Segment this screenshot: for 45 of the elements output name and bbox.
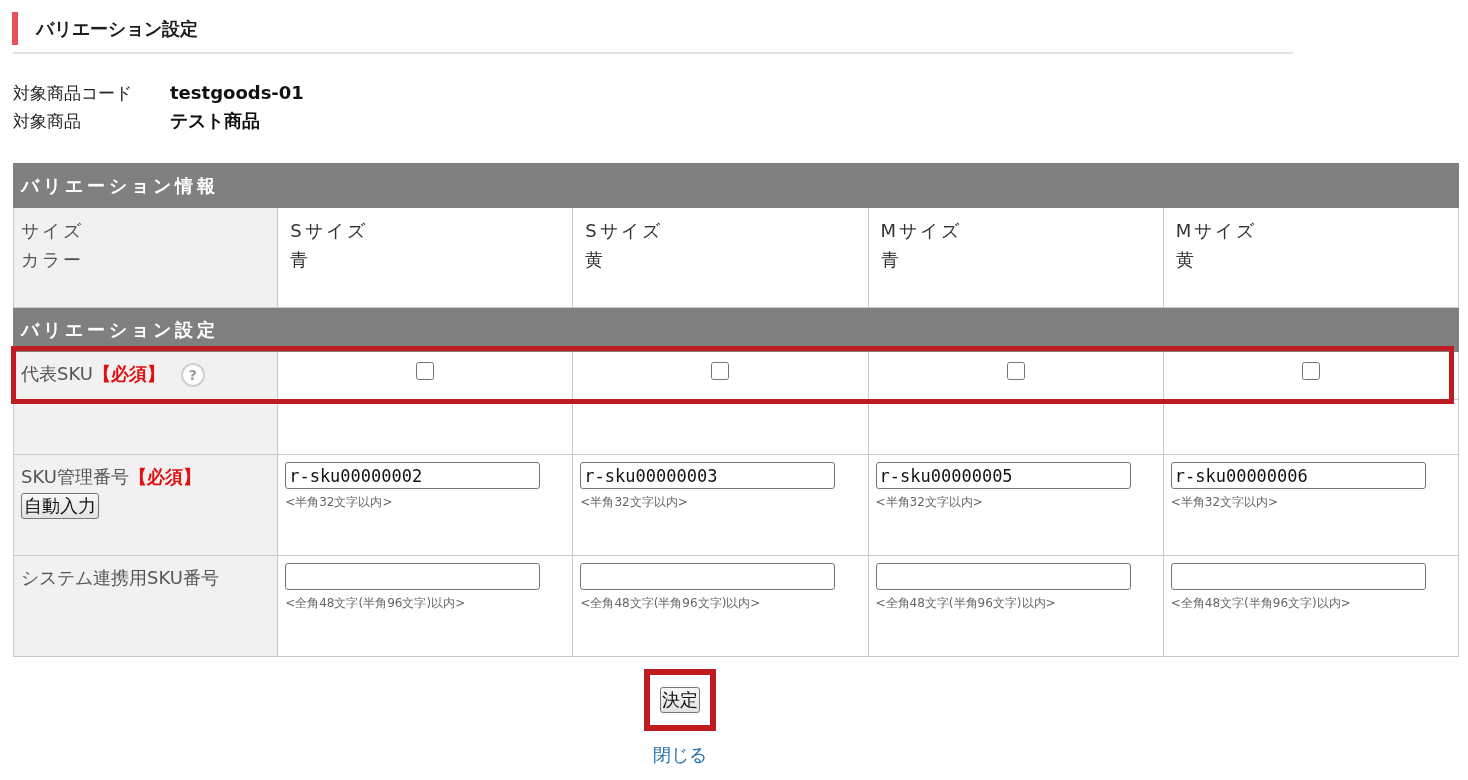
text-field[interactable]: r-sku00000005	[875, 462, 1131, 489]
attribute-label: サイズ	[21, 219, 85, 243]
input-hint: <半角32文字以内>	[580, 494, 689, 511]
submit-button[interactable]: 決定	[660, 687, 700, 713]
text-field[interactable]	[285, 563, 541, 590]
checkbox[interactable]	[416, 362, 435, 380]
attribute-value: Sサイズ	[585, 219, 664, 243]
text-field[interactable]: r-sku00000006	[1170, 462, 1426, 489]
checkbox[interactable]	[711, 362, 730, 380]
field-label: 代表SKU	[21, 363, 93, 384]
accent-bar	[12, 12, 18, 45]
info-label: 対象商品コード	[13, 82, 133, 105]
info-value: テスト商品	[170, 109, 261, 133]
info-value: testgoods-01	[170, 81, 305, 105]
attribute-label: カラー	[21, 248, 85, 272]
info-label: 対象商品	[13, 110, 82, 133]
text-field[interactable]	[875, 563, 1131, 590]
field-label: システム連携用SKU番号	[21, 567, 219, 588]
input-hint: <全角48文字(半角96文字)以内>	[580, 595, 762, 612]
text-field[interactable]: r-sku00000003	[580, 462, 836, 489]
attribute-value: Sサイズ	[290, 219, 369, 243]
page-title: バリエーション設定	[36, 16, 198, 41]
input-hint: <全角48文字(半角96文字)以内>	[875, 595, 1057, 612]
attribute-value: Mサイズ	[880, 219, 964, 243]
close-link[interactable]: 閉じる	[653, 743, 707, 767]
text-field[interactable]: r-sku00000002	[285, 462, 541, 489]
auto-fill-button[interactable]: 自動入力	[21, 493, 99, 519]
text-field[interactable]	[580, 563, 836, 590]
attribute-value: Mサイズ	[1175, 219, 1259, 243]
section-header: バリエーション情報	[13, 163, 1459, 208]
text-field[interactable]	[1170, 563, 1426, 590]
input-hint: <半角32文字以内>	[875, 494, 984, 511]
required-mark: 【必須】	[92, 363, 165, 384]
required-mark: 【必須】	[128, 466, 201, 487]
checkbox[interactable]	[1301, 362, 1320, 380]
attribute-value: 青	[290, 248, 313, 272]
attribute-value: 青	[880, 248, 903, 272]
attribute-value: 黄	[585, 248, 608, 272]
attribute-value: 黄	[1175, 248, 1198, 272]
input-hint: <半角32文字以内>	[1170, 494, 1280, 511]
field-label: SKU管理番号	[21, 466, 129, 487]
input-hint: <半角32文字以内>	[285, 494, 394, 511]
input-hint: <全角48文字(半角96文字)以内>	[285, 595, 467, 612]
input-hint: <全角48文字(半角96文字)以内>	[1170, 595, 1352, 612]
checkbox[interactable]	[1006, 362, 1025, 380]
